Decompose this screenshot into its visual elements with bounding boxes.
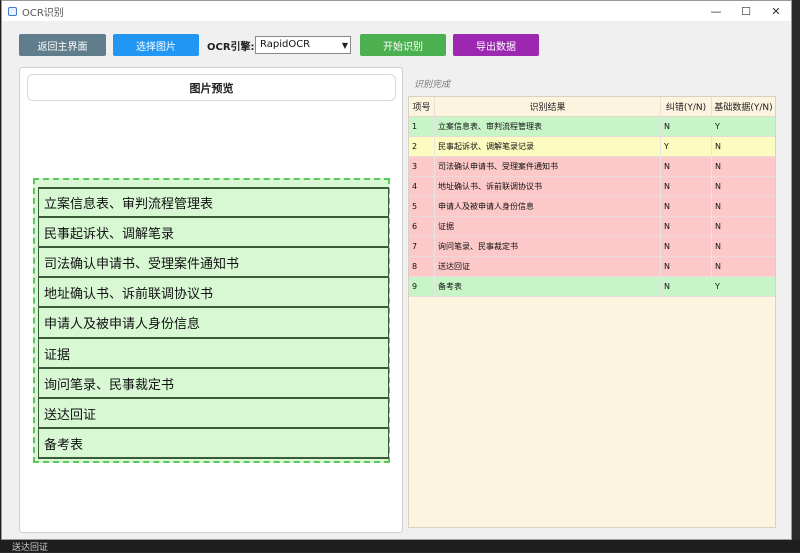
document-line: 申请人及被申请人身份信息 [38,308,389,339]
cell-correction[interactable]: N [661,197,712,216]
app-icon [8,6,17,16]
desktop-background-right [792,0,800,552]
cell-item-no[interactable]: 2 [409,137,435,156]
ocr-engine-value: RapidOCR [260,39,311,50]
table-row[interactable]: 4 地址确认书、诉前联调协议书 N N [409,177,775,197]
title-bar[interactable]: OCR识别 — ☐ ✕ [2,1,791,21]
cell-base-data[interactable]: N [712,257,775,276]
column-header-result[interactable]: 识别结果 [435,97,661,116]
ocr-window: OCR识别 — ☐ ✕ 返回主界面 选择图片 OCR引擎: RapidOCR ▼… [1,0,792,540]
cell-base-data[interactable]: N [712,217,775,236]
document-line: 立案信息表、审判流程管理表 [38,189,389,218]
minimize-icon[interactable]: — [701,1,731,21]
cell-base-data[interactable]: N [712,157,775,176]
table-row[interactable]: 3 司法确认申请书、受理案件通知书 N N [409,157,775,177]
preview-title: 图片预览 [27,74,396,101]
cell-result-text[interactable]: 立案信息表、审判流程管理表 [435,117,661,136]
cell-item-no[interactable]: 8 [409,257,435,276]
maximize-icon[interactable]: ☐ [731,1,761,21]
cell-correction[interactable]: N [661,157,712,176]
table-row[interactable]: 2 民事起诉状、调解笔录记录 Y N [409,137,775,157]
document-image: 立案信息表、审判流程管理表 民事起诉状、调解笔录 司法确认申请书、受理案件通知书… [33,178,390,463]
cell-item-no[interactable]: 3 [409,157,435,176]
cell-correction[interactable]: N [661,257,712,276]
ocr-engine-label: OCR引擎: [207,42,255,53]
cell-result-text[interactable]: 送达回证 [435,257,661,276]
table-header: 项号 识别结果 纠错(Y/N) 基础数据(Y/N) [409,97,775,117]
cell-correction[interactable]: N [661,277,712,296]
cell-base-data[interactable]: N [712,237,775,256]
cell-correction[interactable]: N [661,177,712,196]
select-image-button[interactable]: 选择图片 [113,34,199,56]
toolbar: 返回主界面 选择图片 OCR引擎: RapidOCR ▼ 开始识别 导出数据 [19,34,579,58]
window-title: OCR识别 [22,7,64,19]
cell-result-text[interactable]: 地址确认书、诉前联调协议书 [435,177,661,196]
document-line: 送达回证 [38,399,389,429]
cell-item-no[interactable]: 4 [409,177,435,196]
document-line: 备考表 [38,429,389,459]
cell-item-no[interactable]: 7 [409,237,435,256]
close-icon[interactable]: ✕ [761,1,791,21]
export-data-button[interactable]: 导出数据 [453,34,539,56]
document-line: 司法确认申请书、受理案件通知书 [38,248,389,278]
cell-item-no[interactable]: 5 [409,197,435,216]
recognition-status: 识别完成 [414,80,451,90]
column-header-base-data[interactable]: 基础数据(Y/N) [712,97,775,116]
cell-result-text[interactable]: 司法确认申请书、受理案件通知书 [435,157,661,176]
ocr-engine-select[interactable]: RapidOCR ▼ [255,36,351,54]
cell-base-data[interactable]: N [712,137,775,156]
document-line: 询问笔录、民事裁定书 [38,369,389,399]
results-panel: 识别完成 项号 识别结果 纠错(Y/N) 基础数据(Y/N) 1 立案信息表、审判… [408,67,776,533]
table-row[interactable]: 9 备考表 N Y [409,277,775,297]
table-row[interactable]: 1 立案信息表、审判流程管理表 N Y [409,117,775,137]
results-table[interactable]: 项号 识别结果 纠错(Y/N) 基础数据(Y/N) 1 立案信息表、审判流程管理表… [408,96,776,528]
column-header-no[interactable]: 项号 [409,97,435,116]
cell-base-data[interactable]: N [712,197,775,216]
cell-correction[interactable]: Y [661,137,712,156]
table-body: 1 立案信息表、审判流程管理表 N Y 2 民事起诉状、调解笔录记录 Y N 3 司法确认申请书、… [409,117,775,297]
cell-correction[interactable]: N [661,237,712,256]
start-recognition-button[interactable]: 开始识别 [360,34,446,56]
document-line: 证据 [38,339,389,369]
table-row[interactable]: 6 证据 N N [409,217,775,237]
back-to-main-button[interactable]: 返回主界面 [19,34,106,56]
cell-result-text[interactable]: 备考表 [435,277,661,296]
cell-item-no[interactable]: 9 [409,277,435,296]
desktop-bottom-text: 送达回证 [0,540,800,553]
cell-item-no[interactable]: 1 [409,117,435,136]
column-header-correction[interactable]: 纠错(Y/N) [661,97,712,116]
cell-result-text[interactable]: 民事起诉状、调解笔录记录 [435,137,661,156]
dropdown-arrow-icon: ▼ [341,41,348,50]
cell-base-data[interactable]: Y [712,117,775,136]
cell-result-text[interactable]: 申请人及被申请人身份信息 [435,197,661,216]
cell-base-data[interactable]: Y [712,277,775,296]
table-row[interactable]: 5 申请人及被申请人身份信息 N N [409,197,775,217]
table-row[interactable]: 8 送达回证 N N [409,257,775,277]
table-row[interactable]: 7 询问笔录、民事裁定书 N N [409,237,775,257]
document-line: 民事起诉状、调解笔录 [38,218,389,248]
cell-result-text[interactable]: 证据 [435,217,661,236]
cell-result-text[interactable]: 询问笔录、民事裁定书 [435,237,661,256]
cell-base-data[interactable]: N [712,177,775,196]
cell-correction[interactable]: N [661,117,712,136]
cell-item-no[interactable]: 6 [409,217,435,236]
cell-correction[interactable]: N [661,217,712,236]
image-preview-panel: 图片预览 立案信息表、审判流程管理表 民事起诉状、调解笔录 司法确认申请书、受理… [19,67,403,533]
document-line: 地址确认书、诉前联调协议书 [38,278,389,308]
